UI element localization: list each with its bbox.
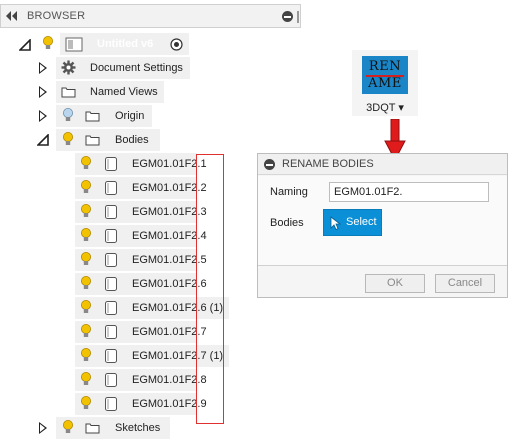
lightbulb-off-icon[interactable] [62,108,74,123]
tree-item-label: Named Views [90,86,158,98]
lightbulb-icon[interactable] [42,36,54,51]
component-icon [65,37,83,52]
lightbulb-icon[interactable] [80,396,92,411]
body-icon [105,229,117,243]
body-icon [105,349,117,363]
tree-root[interactable]: Untitled v6 [0,33,200,55]
tree-item-label: Sketches [115,422,161,434]
activate-radio-icon[interactable] [170,38,183,51]
lightbulb-icon[interactable] [80,204,92,219]
expand-right-icon[interactable] [39,110,47,122]
tree-item-sketches[interactable]: Sketches [0,417,200,439]
addin-caption[interactable]: 3DQT ▾ [352,101,418,114]
lightbulb-icon[interactable] [80,180,92,195]
body-icon [105,325,117,339]
cursor-arrow-icon [330,216,341,230]
collapse-icon[interactable] [5,10,19,22]
expand-right-icon[interactable] [39,422,47,434]
tree-item-label: Document Settings [90,62,183,74]
browser-title: BROWSER [27,10,86,22]
body-icon [105,277,117,291]
root-label: Untitled v6 [97,38,154,50]
collapse-dialog-icon[interactable] [264,159,275,170]
rename-bodies-dialog: RENAME BODIES Naming Bodies Select OK Ca… [257,153,508,298]
lightbulb-icon[interactable] [80,324,92,339]
rename-addin-button[interactable]: REN AME 3DQT ▾ [352,50,418,116]
body-icon [105,253,117,267]
tree-item-document-settings[interactable]: Document Settings [0,57,200,79]
naming-label: Naming [270,186,308,198]
dialog-body: Naming Bodies Select [258,176,507,266]
tree-item-origin[interactable]: Origin [0,105,200,127]
lightbulb-icon[interactable] [62,420,74,435]
tree-item-named-views[interactable]: Named Views [0,81,200,103]
minimize-icon[interactable] [282,11,293,22]
body-icon [105,373,117,387]
lightbulb-icon[interactable] [80,156,92,171]
lightbulb-icon[interactable] [80,276,92,291]
folder-icon [85,111,100,122]
gear-icon [61,60,76,75]
lightbulb-icon[interactable] [80,228,92,243]
lightbulb-icon[interactable] [80,252,92,267]
select-bodies-button[interactable]: Select [323,209,382,236]
rename-icon: REN AME [362,56,408,94]
expand-down-icon[interactable] [19,39,31,51]
body-icon [105,205,117,219]
lightbulb-icon[interactable] [80,300,92,315]
lightbulb-icon[interactable] [80,372,92,387]
rename-icon-text-bottom: AME [368,76,402,91]
folder-icon [85,423,100,434]
rename-icon-text-top: REN [368,59,402,74]
dialog-header: RENAME BODIES [258,154,507,175]
tree-item-label: Bodies [115,134,149,146]
suffix-highlight-box [196,154,224,424]
body-icon [105,301,117,315]
bodies-label: Bodies [270,217,304,229]
panel-grip[interactable] [297,11,299,23]
cancel-button[interactable]: Cancel [435,274,495,293]
dialog-title: RENAME BODIES [282,158,374,170]
body-icon [105,397,117,411]
expand-right-icon[interactable] [39,62,47,74]
expand-down-icon[interactable] [37,134,49,146]
browser-panel-header: BROWSER [0,4,301,28]
body-icon [105,157,117,171]
select-button-label: Select [346,216,377,228]
lightbulb-icon[interactable] [62,132,74,147]
ok-button[interactable]: OK [365,274,425,293]
body-icon [105,181,117,195]
folder-icon [85,135,100,146]
tree-item-label: Origin [115,110,145,122]
expand-right-icon[interactable] [39,86,47,98]
folder-icon [61,87,76,98]
naming-input[interactable] [329,182,489,202]
tree-item-bodies[interactable]: Bodies [0,129,200,151]
lightbulb-icon[interactable] [80,348,92,363]
